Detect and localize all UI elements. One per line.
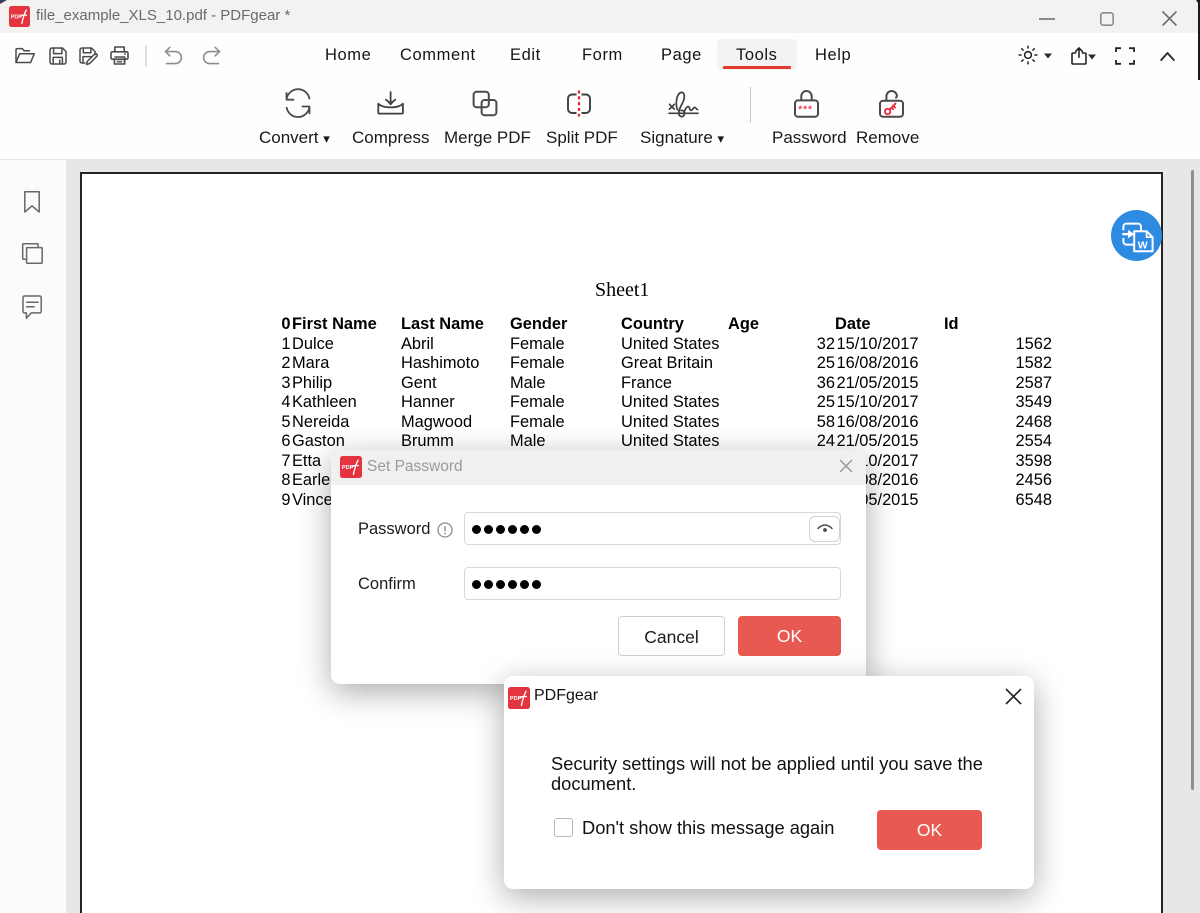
- svg-text:W: W: [1138, 239, 1148, 251]
- svg-text:PDF: PDF: [342, 465, 354, 471]
- svg-text:PDF: PDF: [11, 14, 22, 20]
- svg-text:PDF: PDF: [510, 696, 522, 702]
- svg-text:***: ***: [798, 105, 813, 116]
